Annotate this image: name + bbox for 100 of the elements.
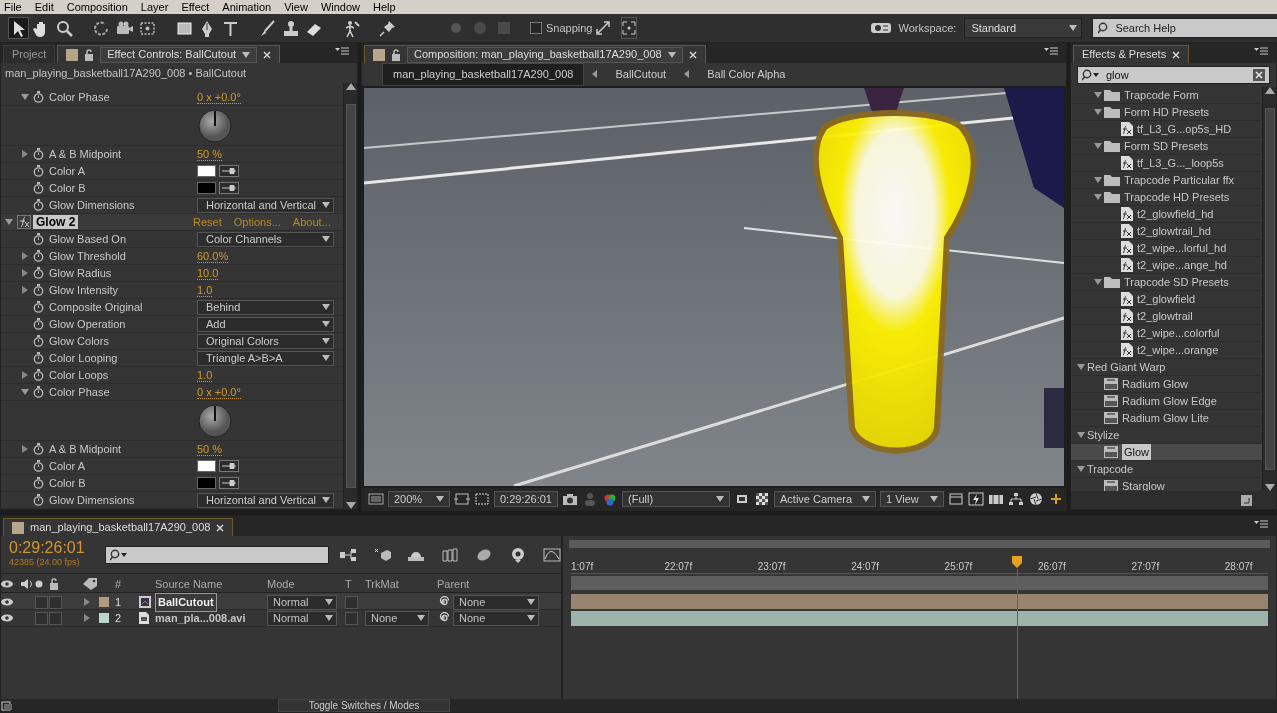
stopwatch-icon[interactable]: [33, 250, 44, 262]
expanded-triangle-icon[interactable]: [1094, 142, 1102, 150]
property-dropdown[interactable]: Behind: [197, 299, 334, 315]
tree-item[interactable]: tf_L3_G..._loop5s: [1137, 154, 1224, 172]
clear-icon[interactable]: [1253, 69, 1265, 81]
menu-item[interactable]: View: [284, 0, 308, 14]
search-help-field[interactable]: Search Help: [1092, 18, 1277, 38]
expanded-triangle-icon[interactable]: [21, 388, 29, 396]
resolution-dropdown[interactable]: (Full): [622, 491, 730, 507]
collapsed-triangle-icon[interactable]: [21, 252, 29, 260]
expanded-triangle-icon[interactable]: [1077, 431, 1085, 439]
menu-item[interactable]: Help: [373, 0, 396, 14]
project-tab[interactable]: Project: [3, 45, 56, 63]
property-dropdown[interactable]: Original Colors: [197, 333, 334, 349]
tree-item[interactable]: Radium Glow Edge: [1122, 392, 1217, 410]
tree-item[interactable]: Form HD Presets: [1124, 103, 1209, 121]
stopwatch-icon[interactable]: [33, 369, 44, 381]
collapsed-triangle-icon[interactable]: [21, 371, 29, 379]
brainstorm-icon[interactable]: [509, 546, 527, 563]
layer-name[interactable]: BallCutout: [155, 593, 217, 612]
menu-item[interactable]: Effect: [181, 0, 210, 14]
stopwatch-icon[interactable]: [33, 335, 44, 347]
label-color-swatch[interactable]: [99, 597, 109, 608]
tree-item[interactable]: Radium Glow Lite: [1122, 409, 1209, 427]
switch-box[interactable]: [49, 611, 62, 625]
shutter-icon[interactable]: [1028, 492, 1044, 506]
stopwatch-icon[interactable]: [33, 284, 44, 296]
eye-icon[interactable]: [1, 598, 13, 607]
panel-menu-icon[interactable]: [335, 47, 349, 55]
stopwatch-icon[interactable]: [33, 352, 44, 364]
panel-menu-icon[interactable]: [1254, 520, 1268, 528]
panel-menu-icon[interactable]: [1254, 47, 1268, 55]
stopwatch-icon[interactable]: [33, 165, 44, 177]
close-icon[interactable]: [688, 50, 697, 59]
property-value[interactable]: 0 x +0.0°: [197, 385, 241, 399]
frame-corners-icon[interactable]: [620, 17, 637, 39]
effects-search-field[interactable]: glow: [1077, 66, 1270, 84]
expanded-triangle-icon[interactable]: [1094, 108, 1102, 116]
property-value[interactable]: 1.0: [197, 283, 213, 297]
collapsed-triangle-icon[interactable]: [21, 150, 29, 158]
breadcrumb-item[interactable]: man_playing_basketball17A290_008: [382, 63, 585, 86]
property-dropdown[interactable]: Horizontal and Vertical: [197, 492, 334, 508]
monitor-icon[interactable]: [368, 492, 384, 506]
draft-3d-icon[interactable]: [373, 546, 391, 563]
playhead-line[interactable]: [1017, 569, 1019, 699]
collapsed-triangle-icon[interactable]: [21, 286, 29, 294]
stopwatch-icon[interactable]: [33, 148, 44, 160]
effect-link[interactable]: Options...: [233, 213, 281, 231]
timeline-icon[interactable]: [988, 492, 1004, 506]
panel-tab[interactable]: Effect Controls: BallCutout: [57, 45, 281, 63]
expanded-triangle-icon[interactable]: [1077, 363, 1085, 371]
fx-icon[interactable]: [17, 215, 31, 229]
menu-item[interactable]: Composition: [66, 0, 128, 14]
tree-item[interactable]: Trapcode SD Presets: [1124, 273, 1229, 291]
expanded-triangle-icon[interactable]: [1077, 465, 1085, 473]
workspace-gear-icon[interactable]: [870, 22, 891, 34]
collapsed-triangle-icon[interactable]: [21, 269, 29, 277]
stopwatch-icon[interactable]: [33, 267, 44, 279]
color-swatch[interactable]: [197, 165, 216, 177]
tree-item[interactable]: Trapcode Form: [1124, 87, 1199, 104]
eye-icon[interactable]: [1, 614, 13, 623]
expanded-triangle-icon[interactable]: [1094, 193, 1102, 201]
checkerboard-icon[interactable]: [754, 492, 770, 506]
blend-mode-dropdown[interactable]: Normal: [267, 594, 337, 610]
graph-editor-icon[interactable]: [543, 546, 561, 563]
eyedropper-icon[interactable]: [219, 460, 239, 472]
tree-item[interactable]: t2_glowfield: [1137, 290, 1196, 308]
toggle-switches-modes-button[interactable]: Toggle Switches / Modes: [278, 699, 450, 712]
lock-icon[interactable]: [391, 48, 401, 61]
layer-name[interactable]: man_pla...008.avi: [155, 610, 246, 627]
angle-dial[interactable]: [197, 107, 233, 144]
blend-mode-dropdown[interactable]: Normal: [267, 610, 337, 626]
tree-item[interactable]: Red Giant Warp: [1087, 358, 1166, 376]
menu-item[interactable]: Edit: [34, 0, 54, 14]
playhead-marker-icon[interactable]: [1012, 556, 1023, 568]
menu-item[interactable]: Animation: [222, 0, 272, 14]
parent-dropdown[interactable]: None: [453, 610, 539, 626]
stopwatch-icon[interactable]: [33, 386, 44, 398]
tree-item[interactable]: t2_wipe...colorful: [1137, 324, 1220, 342]
composition-flowchart-icon[interactable]: [339, 546, 357, 563]
property-dropdown[interactable]: Triangle A>B>A: [197, 350, 334, 366]
tree-item[interactable]: t2_glowfield_hd: [1137, 205, 1214, 223]
timeline-search-field[interactable]: [105, 545, 329, 564]
expanded-triangle-icon[interactable]: [1094, 176, 1102, 184]
stopwatch-icon[interactable]: [33, 233, 44, 245]
menu-item[interactable]: Window: [320, 0, 360, 14]
workspace-dropdown[interactable]: Standard: [964, 18, 1083, 38]
lock-icon[interactable]: [84, 48, 95, 61]
effect-link[interactable]: About...: [292, 213, 331, 231]
view-layout-dropdown[interactable]: 1 View: [880, 491, 944, 507]
property-value[interactable]: 50 %: [197, 147, 223, 161]
stopwatch-icon[interactable]: [33, 494, 44, 506]
comp-button-icon[interactable]: [1, 700, 13, 711]
new-folder-icon[interactable]: [1241, 494, 1252, 506]
panel-tab[interactable]: Effects & Presets: [1073, 45, 1190, 63]
expanded-triangle-icon[interactable]: [1094, 91, 1102, 99]
stopwatch-icon[interactable]: [33, 477, 44, 489]
vertical-scrollbar[interactable]: [1262, 87, 1276, 492]
switch-box[interactable]: [35, 595, 48, 609]
expanded-triangle-icon[interactable]: [5, 218, 13, 226]
